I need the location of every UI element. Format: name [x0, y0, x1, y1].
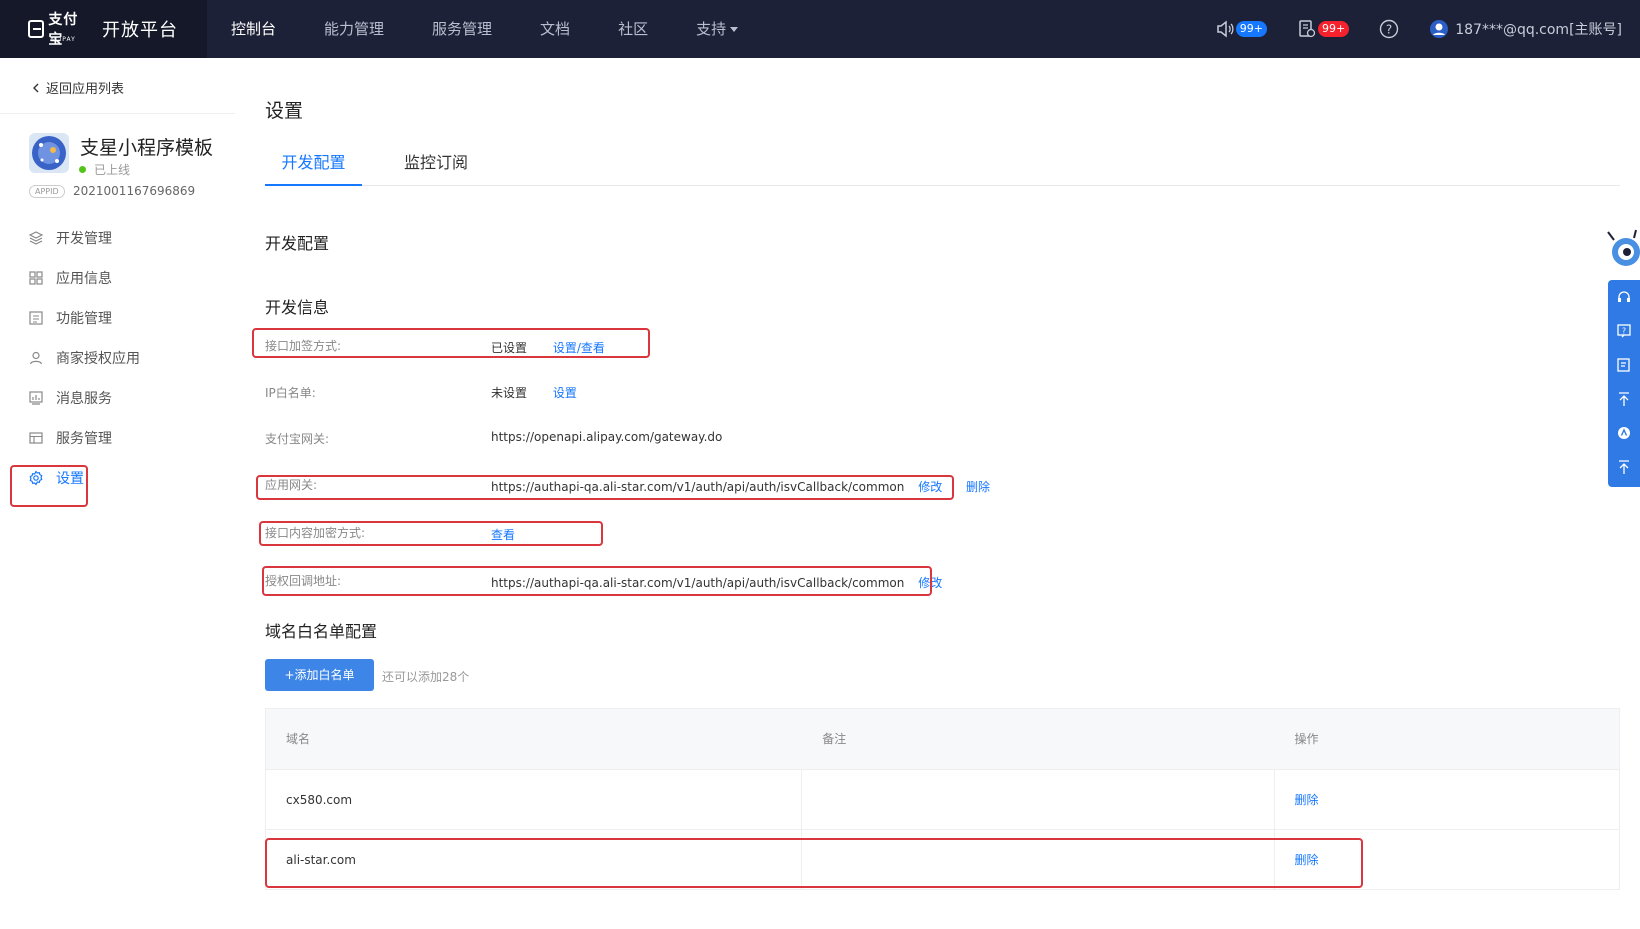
speaker-icon: [1217, 20, 1234, 38]
section-dev-config: 开发配置: [265, 234, 330, 253]
message-button[interactable]: 99+: [1297, 19, 1350, 39]
row-gateway-value: https://openapi.alipay.com/gateway.do: [491, 430, 723, 444]
nav-console[interactable]: 控制台: [207, 0, 300, 58]
app-name: 支星小程序模板: [80, 137, 214, 159]
sidebar-menu: 开发管理 应用信息 功能管理 商家授权应用 消息服务 服务管理 设置: [0, 218, 235, 498]
notice-button[interactable]: 99+: [1215, 19, 1267, 39]
highlight-auth-callback: [262, 566, 932, 596]
status-dot: [79, 166, 86, 173]
app-status: 已上线: [79, 161, 130, 178]
sidebar-item-message-service[interactable]: 消息服务: [0, 378, 235, 418]
table-icon: [29, 432, 43, 444]
layers-icon: [28, 231, 44, 245]
question-bubble-icon: ?: [1617, 324, 1631, 338]
back-to-top-button[interactable]: [1608, 450, 1640, 484]
edit-icon: [1617, 358, 1630, 372]
svg-text:?: ?: [1622, 327, 1626, 336]
help-button[interactable]: ?: [1379, 19, 1399, 39]
nav-service[interactable]: 服务管理: [408, 0, 516, 58]
alipay-logo: 支付宝 ALIPAY: [28, 12, 88, 48]
main-nav: 控制台 能力管理 服务管理 文档 社区 支持: [207, 0, 762, 58]
logo-text: 支付宝: [48, 12, 79, 48]
arrow-up-icon: [1619, 392, 1629, 406]
ip-whitelist-set-link[interactable]: 设置: [553, 386, 577, 400]
app-logo: [29, 133, 69, 173]
highlight-sign-method: [252, 328, 650, 358]
svg-text:?: ?: [1386, 23, 1392, 37]
section-dev-info: 开发信息: [265, 298, 330, 317]
divider: [0, 113, 235, 114]
sidebar-item-service-manage[interactable]: 服务管理: [0, 418, 235, 458]
faq-button[interactable]: ?: [1608, 314, 1640, 348]
nav-capability[interactable]: 能力管理: [300, 0, 408, 58]
assistant-button[interactable]: [1608, 416, 1640, 450]
sidebar-item-feature-manage[interactable]: 功能管理: [0, 298, 235, 338]
logo-subtext: ALIPAY: [50, 36, 76, 43]
row-gateway-label: 支付宝网关:: [265, 432, 330, 446]
chevron-left-icon: [33, 83, 39, 92]
sidebar-item-dev-manage[interactable]: 开发管理: [0, 218, 235, 258]
highlight-app-gateway: [256, 475, 954, 500]
chevron-down-icon: [730, 27, 739, 32]
highlight-encrypt: [259, 521, 603, 546]
tab-dev-config[interactable]: 开发配置: [265, 146, 362, 186]
headset-icon: [1618, 291, 1630, 302]
nav-support[interactable]: 支持: [672, 0, 762, 58]
page-title: 设置: [265, 100, 304, 122]
back-to-app-list[interactable]: 返回应用列表: [30, 78, 124, 97]
table-row: cx580.com 删除: [266, 769, 1620, 830]
tab-monitor-subscribe[interactable]: 监控订阅: [404, 146, 468, 186]
user-icon: [29, 351, 43, 365]
document-clock-icon: [1299, 20, 1316, 38]
chart-icon: [29, 391, 43, 405]
tab-bar: 开发配置 监控订阅: [265, 146, 1620, 186]
floating-toolbar: ?: [1608, 280, 1640, 487]
nav-docs[interactable]: 文档: [516, 0, 594, 58]
help-icon: ?: [1380, 19, 1399, 39]
sidebar-item-app-info[interactable]: 应用信息: [0, 258, 235, 298]
assistant-icon: [1618, 427, 1630, 439]
note-cell: [802, 770, 1275, 830]
arrow-up-icon: [1619, 460, 1629, 474]
col-action: 操作: [1294, 732, 1319, 746]
col-domain: 域名: [286, 732, 311, 746]
avatar-icon: [1430, 20, 1449, 38]
account-menu[interactable]: 187***@qq.com[主账号]: [1429, 19, 1622, 39]
scroll-top-button[interactable]: [1608, 382, 1640, 416]
action-cell: 删除: [1275, 770, 1620, 830]
list-icon: [29, 311, 43, 325]
top-right-tools: 99+ 99+ ? 187***@qq.com[主账号]: [1185, 0, 1622, 58]
highlight-settings: [10, 465, 88, 507]
app-gateway-delete-link[interactable]: 删除: [966, 480, 990, 494]
message-badge: 99+: [1318, 21, 1350, 37]
delete-domain-link[interactable]: 删除: [1295, 793, 1319, 807]
row-ip-whitelist-label: IP白名单:: [265, 386, 316, 400]
platform-title: 开放平台: [102, 20, 178, 41]
appid-tag: APPID: [29, 185, 65, 198]
section-domain-whitelist: 域名白名单配置: [265, 622, 378, 641]
appid-value: 2021001167696869: [73, 184, 196, 198]
domain-cell: cx580.com: [266, 770, 803, 830]
sidebar-item-merchant-auth[interactable]: 商家授权应用: [0, 338, 235, 378]
feedback-button[interactable]: [1608, 348, 1640, 382]
whitelist-remaining: 还可以添加28个: [382, 670, 470, 684]
highlight-domain-row: [265, 838, 1363, 888]
row-ip-whitelist-value: 未设置 设置: [491, 386, 577, 400]
customer-service-button[interactable]: [1608, 280, 1640, 314]
col-note: 备注: [822, 732, 847, 746]
table-header: 域名 备注 操作: [266, 709, 1619, 769]
grid-icon: [29, 271, 43, 285]
mascot-icon[interactable]: [1604, 228, 1640, 284]
add-whitelist-button[interactable]: +添加白名单: [265, 659, 374, 691]
notice-badge: 99+: [1235, 21, 1267, 37]
account-name: 187***@qq.com[主账号]: [1455, 22, 1622, 38]
brand[interactable]: 支付宝 ALIPAY 开放平台: [0, 0, 207, 58]
nav-community[interactable]: 社区: [594, 0, 672, 58]
top-navbar: 支付宝 ALIPAY 开放平台 控制台 能力管理 服务管理 文档 社区 支持 9…: [0, 0, 1640, 58]
